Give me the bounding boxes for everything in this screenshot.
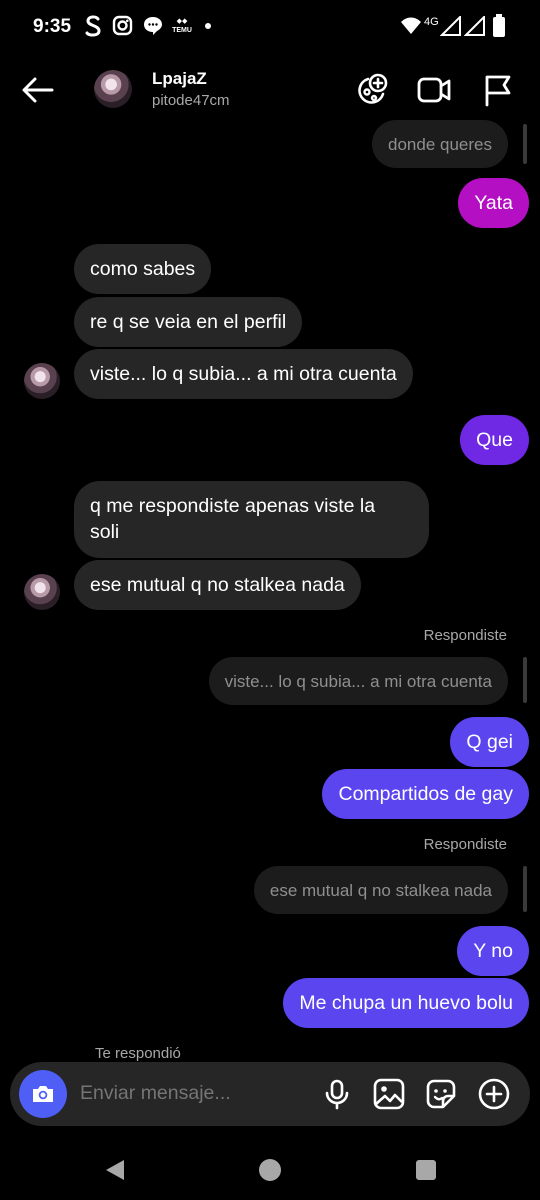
add-plus-icon[interactable] — [477, 1077, 511, 1111]
s-app-icon — [85, 15, 101, 37]
message-line: q me respondiste apenas viste la — [90, 495, 376, 517]
message-line: soli — [90, 521, 120, 543]
replied-to-you-label: Te respondió — [95, 1045, 181, 1062]
replied-message-preview[interactable]: ese mutual q no stalkea nada — [253, 866, 508, 914]
replied-message-preview[interactable]: viste... lo q subia... a mi otra cuenta — [208, 657, 508, 705]
wifi-icon — [401, 17, 421, 34]
nav-home-icon[interactable] — [254, 1154, 286, 1186]
sent-message[interactable]: Que — [460, 415, 529, 465]
sent-message[interactable]: Me chupa un huevo bolu — [283, 978, 529, 1028]
nav-back-icon[interactable] — [100, 1154, 132, 1186]
signal-icon — [440, 16, 461, 36]
gallery-icon[interactable] — [372, 1077, 406, 1111]
status-icons: 4G — [400, 14, 510, 40]
camera-button[interactable] — [19, 1070, 67, 1118]
video-call-icon[interactable] — [416, 72, 452, 108]
dot-icon — [205, 23, 211, 29]
status-bar: 9:35 ◆◆ TEMU 4G — [0, 0, 540, 54]
network-type: 4G — [424, 16, 439, 28]
sent-message[interactable]: Yata — [458, 178, 529, 228]
sent-message[interactable]: Q gei — [450, 717, 529, 767]
sender-avatar[interactable] — [24, 363, 60, 399]
received-message[interactable]: como sabes — [74, 244, 212, 294]
received-message[interactable]: q me respondiste apenas viste la soli — [74, 481, 429, 558]
signal-icon-2 — [464, 16, 485, 36]
system-nav-bar — [0, 1140, 540, 1200]
camera-icon — [33, 1086, 53, 1102]
reply-label: Respondiste — [423, 627, 507, 644]
add-effect-icon[interactable] — [354, 72, 390, 108]
received-message[interactable]: viste... lo q subia... a mi otra cuenta — [74, 349, 413, 399]
reply-indicator-bar — [523, 866, 527, 912]
message-composer — [10, 1062, 530, 1126]
replied-message-preview[interactable]: donde queres — [372, 120, 508, 168]
sent-message[interactable]: Y no — [457, 926, 529, 976]
chat-header: LpajaZ pitode47cm — [0, 60, 540, 122]
status-time: 9:35 — [33, 16, 72, 37]
reply-indicator-bar — [523, 657, 527, 703]
battery-icon — [493, 14, 505, 37]
microphone-icon[interactable] — [320, 1077, 354, 1111]
contact-username[interactable]: pitode47cm — [152, 92, 230, 109]
flag-report-icon[interactable] — [480, 72, 516, 108]
received-message[interactable]: ese mutual q no stalkea nada — [74, 560, 361, 610]
avatar[interactable] — [94, 70, 132, 108]
received-message[interactable]: re q se veia en el perfil — [74, 297, 303, 347]
back-arrow-icon[interactable] — [20, 72, 56, 108]
nav-recents-icon[interactable] — [410, 1154, 442, 1186]
sticker-icon[interactable] — [424, 1077, 458, 1111]
reply-indicator-bar — [523, 124, 527, 164]
message-input[interactable] — [80, 1082, 310, 1105]
sent-message[interactable]: Compartidos de gay — [322, 769, 529, 819]
temu-icon: ◆◆ TEMU — [172, 18, 192, 34]
reply-label: Respondiste — [423, 836, 507, 853]
messages-icon — [144, 17, 162, 35]
instagram-icon — [112, 15, 133, 36]
contact-name[interactable]: LpajaZ — [152, 69, 207, 89]
sender-avatar[interactable] — [24, 574, 60, 610]
